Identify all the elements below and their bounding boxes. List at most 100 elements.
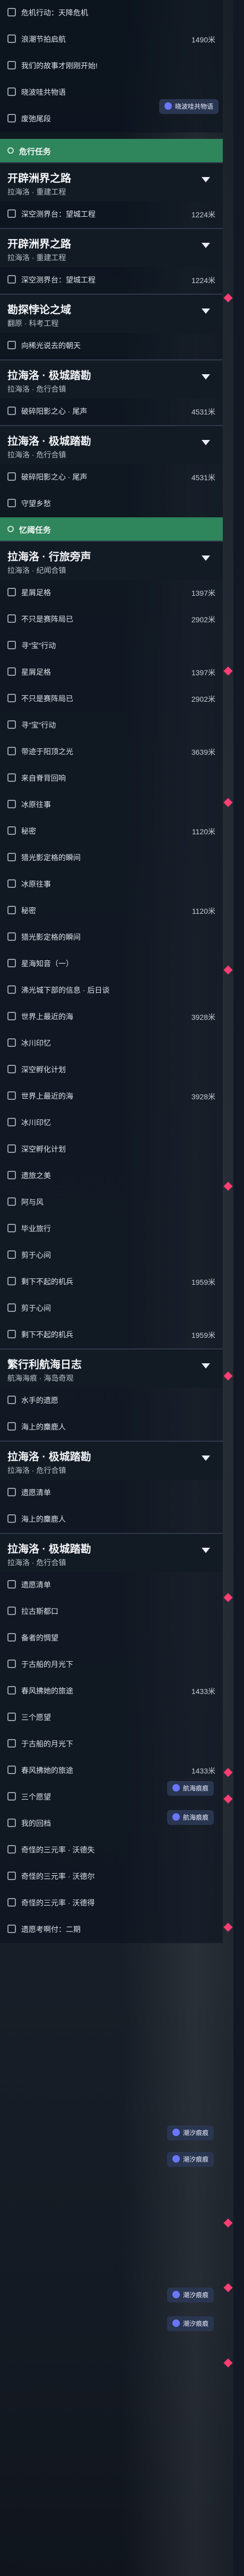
task-checkbox[interactable] xyxy=(7,1012,16,1020)
task-checkbox[interactable] xyxy=(7,1422,16,1431)
task-checkbox[interactable] xyxy=(7,932,16,941)
header-item[interactable]: 危机行动：天降危机 xyxy=(0,0,223,27)
task-row[interactable]: 遗愿考啊付：二期 xyxy=(0,1917,223,1943)
task-row[interactable]: 不只是赛阵局已 2902米 xyxy=(0,686,223,712)
task-row[interactable]: 三个愿望 xyxy=(0,1705,223,1731)
chevron-down-icon[interactable] xyxy=(202,1363,210,1369)
task-row[interactable]: 猎光影定格的瞬间 xyxy=(0,845,223,871)
task-row[interactable]: 冰川印忆 xyxy=(0,1110,223,1136)
task-row[interactable]: 冰川印忆 xyxy=(0,1030,223,1057)
task-row[interactable]: 向稀光说去的朝天 xyxy=(0,333,223,359)
task-checkbox[interactable] xyxy=(7,341,16,349)
chevron-down-icon[interactable] xyxy=(202,1548,210,1553)
quest-card[interactable]: 繁行利航海日志 航海海痕 · 海岛奇观 xyxy=(0,1348,223,1388)
task-row[interactable]: 世界上最近的海 3928米 xyxy=(0,1004,223,1030)
task-row[interactable]: 奇怪的三元率 · 沃德失 xyxy=(0,1837,223,1864)
task-row[interactable]: 世界上最近的海 3928米 xyxy=(0,1083,223,1110)
task-checkbox[interactable] xyxy=(7,720,16,729)
task-row[interactable]: 带迹于阳顶之光 3639米 xyxy=(0,739,223,765)
chevron-down-icon[interactable] xyxy=(202,440,210,445)
task-checkbox[interactable] xyxy=(7,61,16,69)
chevron-down-icon[interactable] xyxy=(202,1455,210,1461)
badge[interactable]: 潮汐痕痕 xyxy=(167,2288,214,2302)
task-checkbox[interactable] xyxy=(7,1819,16,1827)
task-row[interactable]: 奇怪的三元率 · 沃德得 xyxy=(0,1890,223,1917)
task-checkbox[interactable] xyxy=(7,275,16,284)
task-row[interactable]: 寻“宝”行动 xyxy=(0,633,223,659)
task-row[interactable]: 破碎阳影之心 · 尾声 4531米 xyxy=(0,464,223,491)
task-checkbox[interactable] xyxy=(7,853,16,861)
quest-card[interactable]: 拉海洛 · 极城踏勘 拉海洛 · 危行合镇 xyxy=(0,359,223,399)
task-checkbox[interactable] xyxy=(7,1091,16,1100)
task-checkbox[interactable] xyxy=(7,1250,16,1259)
task-row[interactable]: 猎光影定格的瞬间 xyxy=(0,924,223,951)
task-row[interactable]: 春风拂她的旅途 1433米 xyxy=(0,1678,223,1705)
task-checkbox[interactable] xyxy=(7,114,16,122)
task-checkbox[interactable] xyxy=(7,800,16,808)
quest-card[interactable]: 拉海洛 · 极城踏勘 拉海洛 · 危行合镇 xyxy=(0,1441,223,1480)
badge[interactable]: 潮汐痕痕 xyxy=(167,2316,214,2331)
task-checkbox[interactable] xyxy=(7,1845,16,1854)
task-checkbox[interactable] xyxy=(7,1607,16,1615)
task-row[interactable]: 星屑足格 1397米 xyxy=(0,580,223,606)
task-row[interactable]: 剩下不起的机兵 1959米 xyxy=(0,1269,223,1295)
task-row[interactable]: 星屑足格 1397米 xyxy=(0,659,223,686)
badge-story[interactable]: 晓波哇共物语 xyxy=(159,99,219,114)
task-checkbox[interactable] xyxy=(7,959,16,967)
task-row[interactable]: 奇怪的三元率 · 沃德尔 xyxy=(0,1864,223,1890)
task-checkbox[interactable] xyxy=(7,641,16,649)
quest-card[interactable]: 拉海洛 · 极城踏勘 拉海洛 · 危行合镇 xyxy=(0,1533,223,1572)
header-item[interactable]: 我们的故事才刚刚开始! xyxy=(0,53,223,80)
task-row[interactable]: 寻“宝”行动 xyxy=(0,712,223,739)
task-checkbox[interactable] xyxy=(7,1303,16,1312)
task-checkbox[interactable] xyxy=(7,667,16,676)
task-checkbox[interactable] xyxy=(7,1713,16,1721)
task-row[interactable]: 破碎阳影之心 · 尾声 4531米 xyxy=(0,399,223,425)
task-checkbox[interactable] xyxy=(7,588,16,596)
task-checkbox[interactable] xyxy=(7,1144,16,1153)
task-checkbox[interactable] xyxy=(7,1633,16,1642)
header-item[interactable]: 浪潮节拍启航 1490米 xyxy=(0,27,223,53)
task-row[interactable]: 海上的麋鹿人 xyxy=(0,1414,223,1441)
task-checkbox[interactable] xyxy=(7,879,16,888)
task-row[interactable]: 秘密 1120米 xyxy=(0,818,223,845)
task-checkbox[interactable] xyxy=(7,694,16,702)
task-checkbox[interactable] xyxy=(7,1065,16,1073)
task-checkbox[interactable] xyxy=(7,8,16,16)
chevron-down-icon[interactable] xyxy=(202,308,210,314)
task-row[interactable]: 遗愿清单 xyxy=(0,1572,223,1599)
task-checkbox[interactable] xyxy=(7,472,16,481)
task-checkbox[interactable] xyxy=(7,1277,16,1285)
task-checkbox[interactable] xyxy=(7,1488,16,1496)
task-checkbox[interactable] xyxy=(7,1925,16,1933)
task-checkbox[interactable] xyxy=(7,1660,16,1668)
task-row[interactable]: 于古船的月光下 xyxy=(0,1652,223,1678)
task-checkbox[interactable] xyxy=(7,1898,16,1907)
task-checkbox[interactable] xyxy=(7,1686,16,1695)
badge[interactable]: 潮汐痕痕 xyxy=(167,2125,214,2140)
quest-card[interactable]: 勘探悖论之域 翻原 · 科考工程 xyxy=(0,294,223,333)
task-row[interactable]: 秘密 1120米 xyxy=(0,898,223,924)
task-checkbox[interactable] xyxy=(7,614,16,623)
task-checkbox[interactable] xyxy=(7,747,16,755)
task-checkbox[interactable] xyxy=(7,1872,16,1880)
badge[interactable]: 航海痕痕 xyxy=(167,1781,214,1796)
quest-card[interactable]: 开辟洲界之路 拉海洛 · 重建工程 xyxy=(0,162,223,201)
task-row[interactable]: 剪于心间 xyxy=(0,1295,223,1322)
badge[interactable]: 航海痕痕 xyxy=(167,1810,214,1825)
task-row[interactable]: 深空孵化计划 xyxy=(0,1057,223,1083)
task-checkbox[interactable] xyxy=(7,1330,16,1338)
task-checkbox[interactable] xyxy=(7,1766,16,1774)
task-checkbox[interactable] xyxy=(7,906,16,914)
task-checkbox[interactable] xyxy=(7,985,16,994)
badge[interactable]: 潮汐痕痕 xyxy=(167,2152,214,2167)
task-checkbox[interactable] xyxy=(7,1580,16,1589)
task-row[interactable]: 来自脊背回响 xyxy=(0,765,223,792)
quest-card[interactable]: 拉海洛 · 极城踏勘 拉海洛 · 危行合镇 xyxy=(0,425,223,464)
task-checkbox[interactable] xyxy=(7,1792,16,1801)
task-checkbox[interactable] xyxy=(7,209,16,218)
task-checkbox[interactable] xyxy=(7,826,16,835)
task-checkbox[interactable] xyxy=(7,1038,16,1047)
task-checkbox[interactable] xyxy=(7,1118,16,1126)
task-row[interactable]: 冰原往事 xyxy=(0,792,223,818)
